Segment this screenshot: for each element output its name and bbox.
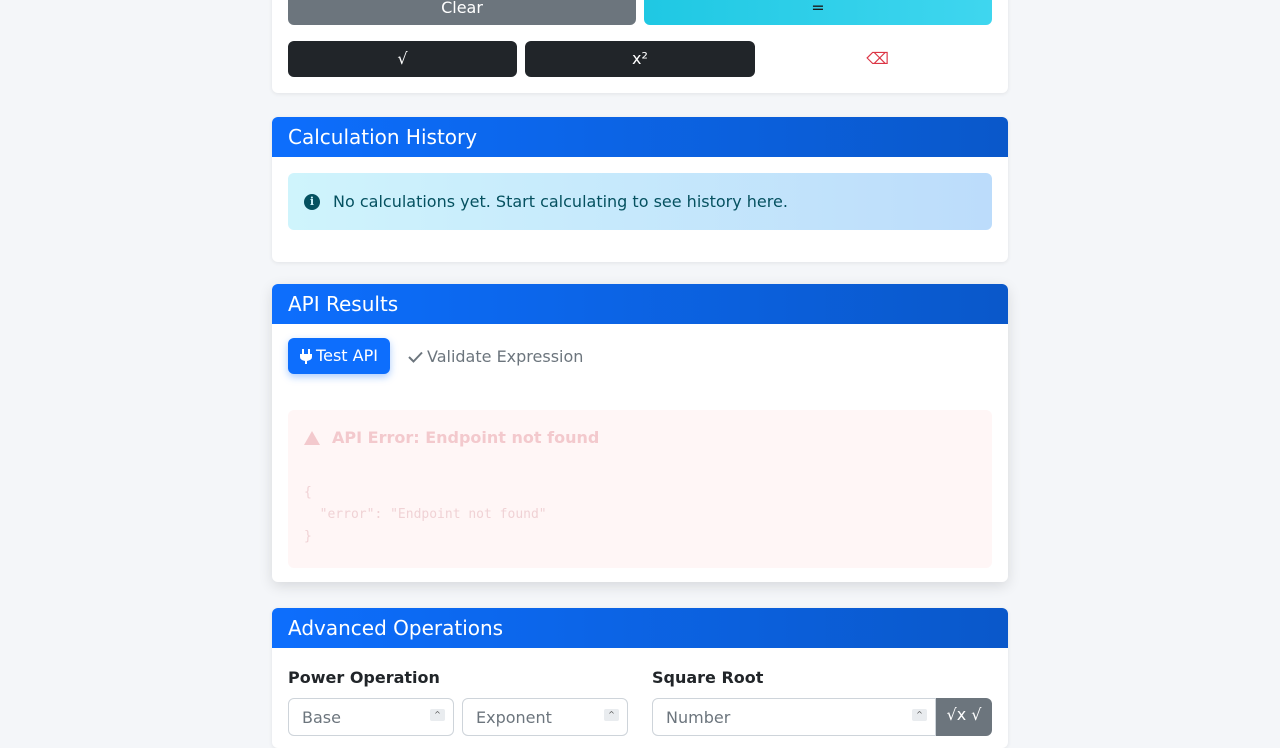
number-placeholder: Number bbox=[666, 708, 731, 727]
api-error-body: { "error": "Endpoint not found" } bbox=[304, 485, 547, 544]
base-input[interactable]: Base ^ bbox=[288, 698, 454, 736]
clear-button[interactable]: Clear bbox=[288, 0, 636, 25]
history-empty-message: No calculations yet. Start calculating t… bbox=[333, 192, 788, 211]
warning-icon bbox=[304, 430, 320, 445]
backspace-button[interactable]: ⌫ bbox=[763, 41, 992, 77]
base-placeholder: Base bbox=[302, 708, 341, 727]
exponent-placeholder: Exponent bbox=[476, 708, 552, 727]
number-spinner-icon[interactable]: ^ bbox=[912, 709, 927, 721]
history-card: Calculation History i No calculations ye… bbox=[272, 117, 1008, 262]
sqrt-button[interactable]: √ bbox=[288, 41, 517, 77]
history-empty-alert: i No calculations yet. Start calculating… bbox=[288, 173, 992, 230]
exponent-spinner-icon[interactable]: ^ bbox=[604, 709, 619, 721]
api-error-alert: API Error: Endpoint not found { "error":… bbox=[288, 410, 992, 568]
api-error-title: API Error: Endpoint not found bbox=[304, 428, 599, 447]
plug-icon bbox=[300, 348, 313, 364]
validate-expression-label: Validate Expression bbox=[427, 347, 584, 366]
validate-expression-button[interactable]: Validate Expression bbox=[408, 342, 583, 372]
number-input[interactable]: Number ^ bbox=[652, 698, 936, 736]
api-error-text: API Error: Endpoint not found bbox=[332, 428, 600, 447]
sqrt-operation-button[interactable]: √x √ bbox=[936, 698, 992, 736]
info-icon: i bbox=[304, 193, 320, 210]
test-api-label: Test API bbox=[316, 346, 378, 365]
advanced-header: Advanced Operations bbox=[272, 608, 1008, 648]
exponent-input[interactable]: Exponent ^ bbox=[462, 698, 628, 736]
base-spinner-icon[interactable]: ^ bbox=[430, 709, 445, 721]
equals-button[interactable]: = bbox=[644, 0, 992, 25]
power-operation-label: Power Operation bbox=[288, 668, 440, 687]
api-results-card: API Results Test API Validate Expression… bbox=[272, 284, 1008, 582]
square-root-label: Square Root bbox=[652, 668, 764, 687]
check-icon bbox=[408, 351, 423, 363]
history-header: Calculation History bbox=[272, 117, 1008, 157]
api-results-header: API Results bbox=[272, 284, 1008, 324]
calculator-card: Clear = √ x² ⌫ bbox=[272, 0, 1008, 93]
test-api-button[interactable]: Test API bbox=[288, 338, 390, 374]
advanced-operations-card: Advanced Operations Power Operation Squa… bbox=[272, 608, 1008, 748]
square-button[interactable]: x² bbox=[525, 41, 755, 77]
